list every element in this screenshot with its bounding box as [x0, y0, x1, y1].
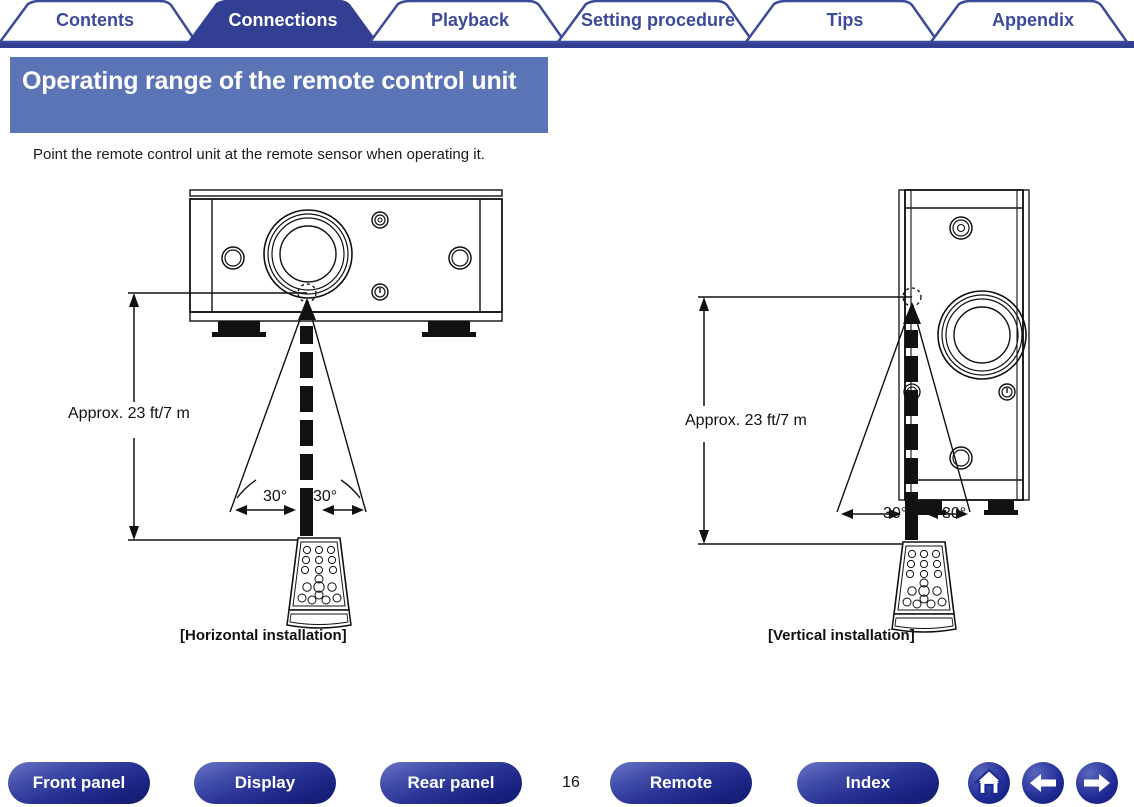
nav-button-front-panel[interactable]: Front panel: [8, 762, 150, 804]
top-tab-bar: Contents Connections Playback Setting pr…: [0, 0, 1134, 48]
remote-control-unit: [891, 541, 957, 633]
caption-vertical-installation: [Vertical installation]: [768, 627, 915, 644]
tab-playback[interactable]: [376, 0, 564, 42]
amp-front-body: [189, 198, 503, 313]
tab-tips[interactable]: [752, 0, 938, 42]
angle-label-right-horizontal: 30°: [313, 488, 338, 505]
caption-horizontal-installation: [Horizontal installation]: [180, 627, 347, 644]
dim-arrow-up: [699, 297, 709, 311]
distance-label-vertical: Approx. 23 ft/7 m: [685, 412, 807, 429]
home-button[interactable]: [968, 762, 1010, 804]
dim-arrow-down: [699, 530, 709, 544]
tab-appendix[interactable]: [938, 0, 1128, 42]
page-number: 16: [562, 774, 580, 791]
nav-button-remote[interactable]: Remote: [610, 762, 752, 804]
back-button[interactable]: [1022, 762, 1064, 804]
nav-button-display[interactable]: Display: [194, 762, 336, 804]
nav-button-rear-panel[interactable]: Rear panel: [380, 762, 522, 804]
tab-setting-procedure[interactable]: [564, 0, 752, 42]
intro-paragraph: Point the remote control unit at the rem…: [33, 146, 485, 163]
remote-control-unit: [286, 537, 352, 629]
page-title: Operating range of the remote control un…: [10, 57, 548, 133]
home-icon: [973, 768, 1005, 796]
forward-button[interactable]: [1076, 762, 1118, 804]
arrow-left-icon: [1030, 774, 1056, 792]
angle-label-left-horizontal: 30°: [263, 488, 288, 505]
amp-body-vertical: [904, 189, 1024, 501]
bottom-navigation-bar: Front panel Display Rear panel 16 Remote…: [0, 760, 1134, 807]
beam-arrowhead: [298, 298, 316, 320]
angle-label-right-vertical: 30°: [942, 505, 967, 522]
beam-dashes: [300, 326, 313, 536]
dim-arrow-up: [129, 293, 139, 307]
arrow-right-icon: [1084, 774, 1110, 792]
amp-top-trim: [189, 189, 503, 197]
dim-arrow-down: [129, 526, 139, 540]
distance-label-horizontal: Approx. 23 ft/7 m: [68, 405, 190, 422]
nav-button-index[interactable]: Index: [797, 762, 939, 804]
diagram-horizontal-installation: Approx. 23 ft/7 m 30° 30° [Horizontal in…: [60, 180, 510, 660]
diagram-vertical-installation: Approx. 23 ft/7 m 30° 30° [Vertical inst…: [680, 180, 1080, 660]
angle-label-left-vertical: 30°: [883, 505, 908, 522]
tab-connections[interactable]: [190, 0, 376, 42]
tab-contents[interactable]: [0, 0, 190, 42]
